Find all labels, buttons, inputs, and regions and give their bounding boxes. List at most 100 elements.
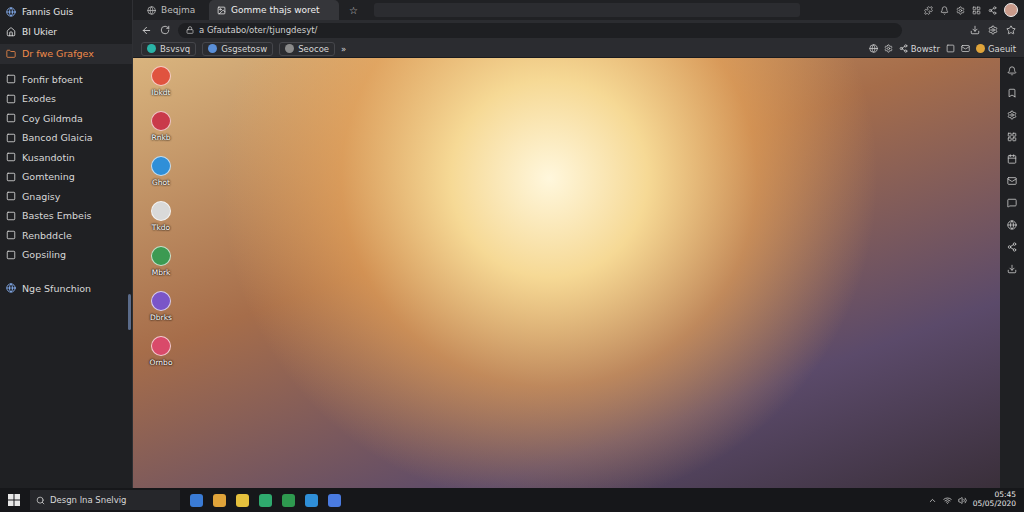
- tab[interactable]: Gomme thajs woret: [209, 0, 339, 20]
- sidebar-item[interactable]: Gopsiling: [0, 245, 132, 265]
- bookmark[interactable]: Gsgsetosw: [202, 42, 273, 56]
- image-icon[interactable]: [217, 6, 226, 15]
- bookmark[interactable]: Bsvsvq: [141, 42, 196, 56]
- desktop-icon[interactable]: Ghot: [139, 156, 183, 187]
- gear-icon[interactable]: [956, 6, 965, 15]
- square-icon[interactable]: [6, 133, 16, 143]
- sidebar-item[interactable]: Dr fwe Grafgex: [0, 44, 132, 64]
- download-icon[interactable]: [970, 25, 980, 35]
- gear-icon[interactable]: [884, 44, 893, 53]
- folder-icon[interactable]: [6, 49, 16, 59]
- square-icon[interactable]: [6, 211, 16, 221]
- taskbar-app-icon[interactable]: [190, 494, 203, 507]
- desktop-icon[interactable]: Mbrk: [139, 246, 183, 277]
- sidebar-item[interactable]: Gomtening: [0, 167, 132, 187]
- grid-icon[interactable]: [1007, 132, 1017, 142]
- taskbar-app-icon[interactable]: [236, 494, 249, 507]
- grid-icon[interactable]: [972, 6, 981, 15]
- app-icon: [151, 156, 171, 176]
- calendar-icon[interactable]: [1007, 154, 1017, 164]
- toolbar-button[interactable]: Gaeuit: [976, 44, 1016, 54]
- sidebar-footer[interactable]: Nge Sfunchion: [0, 279, 132, 299]
- chat-icon[interactable]: [1007, 198, 1017, 208]
- square-icon[interactable]: [6, 94, 16, 104]
- sidebar-item[interactable]: Bastes Embeis: [0, 206, 132, 226]
- sidebar-item[interactable]: Renbddcle: [0, 226, 132, 246]
- windows-icon[interactable]: [8, 494, 20, 506]
- share-icon[interactable]: [899, 44, 908, 53]
- clock[interactable]: 05:4505/05/2020: [973, 491, 1016, 508]
- taskbar-app-icon[interactable]: [259, 494, 272, 507]
- bookmark-icon[interactable]: [1007, 88, 1017, 98]
- desktop-icon[interactable]: Ibkdt: [139, 66, 183, 97]
- mail-icon[interactable]: [1007, 176, 1017, 186]
- star-icon[interactable]: [1006, 25, 1016, 35]
- taskbar-app-icon[interactable]: [282, 494, 295, 507]
- sidebar-item[interactable]: Coy Gildmda: [0, 109, 132, 129]
- desktop-icon[interactable]: Ornbo: [139, 336, 183, 367]
- avatar-icon[interactable]: [1004, 3, 1018, 17]
- bell-icon[interactable]: [1007, 66, 1017, 76]
- window-controls: [924, 0, 1024, 20]
- app-icon: [151, 111, 171, 131]
- taskbar: Desgn lna Snelvig 05:4505/05/2020: [0, 488, 1024, 512]
- content: Ibkdt Rnkb Ghot Tkdo Mbrk Dbrks Ornbo: [133, 58, 1024, 488]
- desktop-icon[interactable]: Dbrks: [139, 291, 183, 322]
- desktop-icon[interactable]: Tkdo: [139, 201, 183, 232]
- sidebar-back[interactable]: Bl Ukier: [0, 22, 132, 42]
- sidebar: Fannis GuisBl UkierDr fwe GrafgexFonfir …: [0, 0, 133, 488]
- sidebar-item[interactable]: Bancod Glaicia: [0, 128, 132, 148]
- address-bar[interactable]: a Gfautabo/oter/tjungdesyt/: [178, 23, 902, 38]
- globe-icon[interactable]: [1007, 220, 1017, 230]
- globe-icon[interactable]: [6, 283, 16, 293]
- square-icon[interactable]: [946, 44, 955, 53]
- globe-icon[interactable]: [147, 6, 156, 15]
- globe-icon[interactable]: [869, 44, 878, 53]
- right-rail: [1000, 58, 1024, 488]
- extensions-icon[interactable]: [924, 6, 933, 15]
- volume-icon[interactable]: [958, 496, 967, 505]
- sidebar-item[interactable]: Fonfir bfoent: [0, 70, 132, 90]
- back-icon[interactable]: [141, 25, 152, 36]
- scrollbar-thumb[interactable]: [128, 294, 131, 330]
- wallpaper: Ibkdt Rnkb Ghot Tkdo Mbrk Dbrks Ornbo: [133, 58, 1000, 488]
- search-icon[interactable]: [36, 496, 45, 505]
- square-icon[interactable]: [6, 113, 16, 123]
- chevron-up-icon[interactable]: [928, 496, 937, 505]
- bell-icon[interactable]: [940, 6, 949, 15]
- square-icon[interactable]: [6, 152, 16, 162]
- taskbar-search[interactable]: Desgn lna Snelvig: [30, 490, 180, 510]
- desktop-icon[interactable]: Rnkb: [139, 111, 183, 142]
- square-icon[interactable]: [6, 74, 16, 84]
- share-icon[interactable]: [1007, 242, 1017, 252]
- wifi-icon[interactable]: [943, 496, 952, 505]
- sidebar-item[interactable]: Kusandotin: [0, 148, 132, 168]
- reload-icon[interactable]: [160, 25, 170, 35]
- gear-icon[interactable]: [988, 25, 998, 35]
- app-logo-icon[interactable]: [6, 7, 16, 17]
- tab-search-field[interactable]: [374, 3, 800, 17]
- new-tab-button[interactable]: ☆: [343, 0, 364, 20]
- screen: Fannis GuisBl UkierDr fwe GrafgexFonfir …: [0, 0, 1024, 512]
- square-icon[interactable]: [6, 172, 16, 182]
- tab[interactable]: Beqjma: [139, 0, 205, 20]
- toolbar-button[interactable]: Bowstr: [899, 44, 940, 54]
- taskbar-app-icon[interactable]: [305, 494, 318, 507]
- bookmark[interactable]: Seocoe: [279, 42, 335, 56]
- sidebar-item[interactable]: Exodes: [0, 89, 132, 109]
- square-icon[interactable]: [6, 230, 16, 240]
- mail-icon[interactable]: [961, 44, 970, 53]
- sidebar-item[interactable]: Gnagisy: [0, 187, 132, 207]
- square-icon[interactable]: [6, 191, 16, 201]
- taskbar-app-icon[interactable]: [213, 494, 226, 507]
- download-icon[interactable]: [1007, 264, 1017, 274]
- share-icon[interactable]: [988, 6, 997, 15]
- lock-icon[interactable]: [186, 26, 194, 34]
- taskbar-app-icon[interactable]: [328, 494, 341, 507]
- home-icon[interactable]: [6, 27, 16, 37]
- tab-strip: BeqjmaGomme thajs woret☆: [133, 0, 1024, 20]
- bookmarks-more[interactable]: »: [341, 44, 346, 54]
- gear-icon[interactable]: [1007, 110, 1017, 120]
- profile-icon: [976, 44, 985, 53]
- square-icon[interactable]: [6, 250, 16, 260]
